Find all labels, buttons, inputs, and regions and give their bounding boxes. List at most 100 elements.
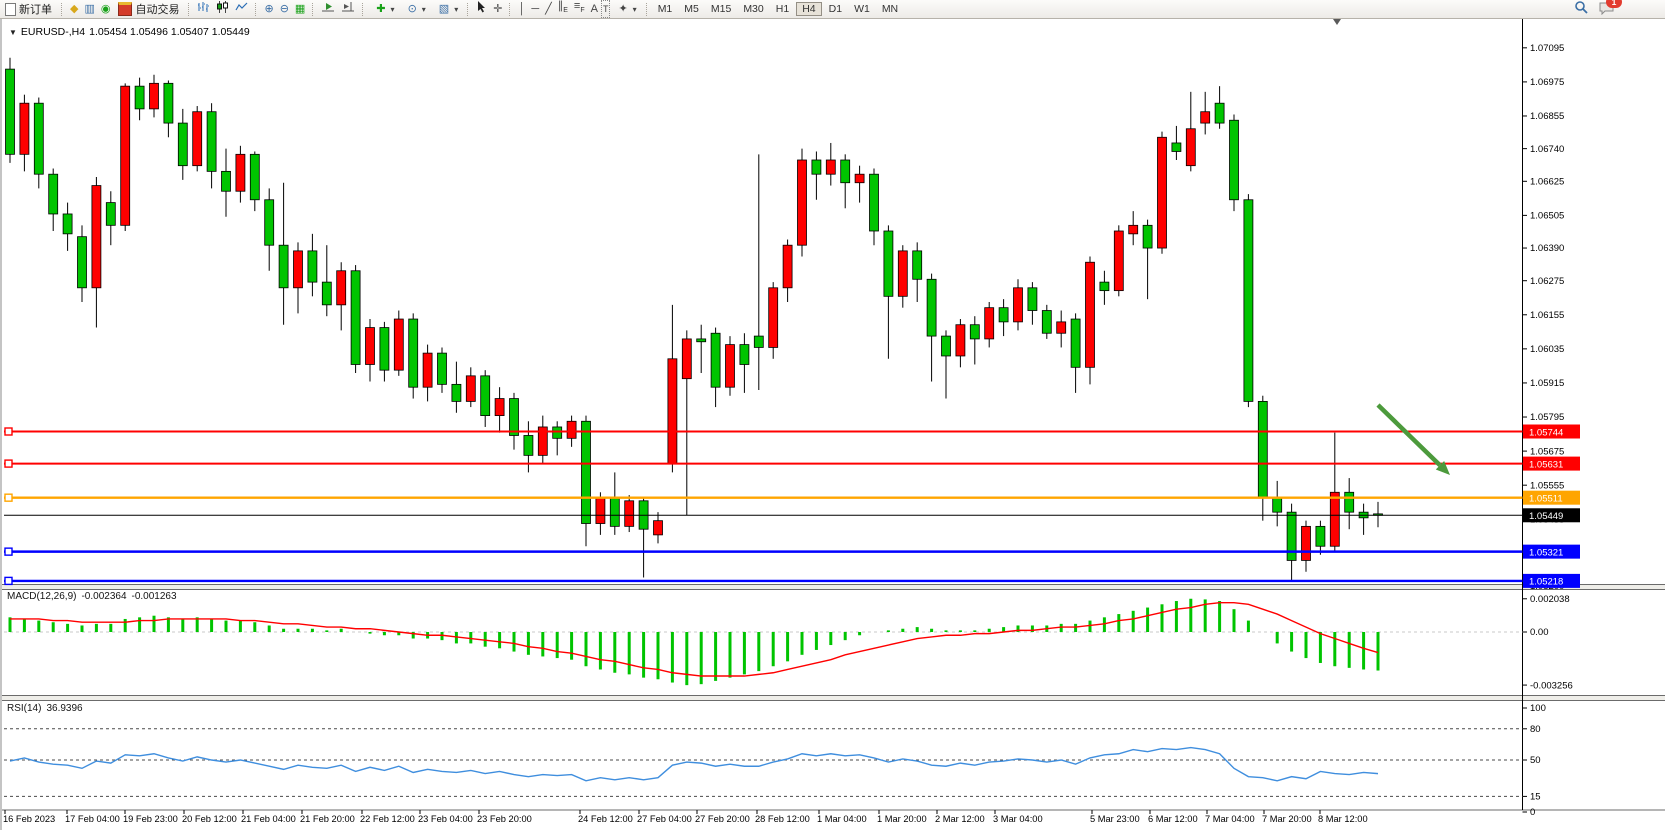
y-tick-label: 1.05795 bbox=[1530, 412, 1564, 423]
channel-tool-icon[interactable]: ∥E bbox=[555, 0, 571, 20]
candle-body bbox=[481, 376, 490, 416]
hline-handle[interactable] bbox=[5, 494, 12, 501]
candle-body bbox=[322, 282, 331, 305]
x-tick-label: 21 Feb 20:00 bbox=[300, 814, 355, 824]
candle-body bbox=[798, 160, 807, 245]
panel-splitter[interactable] bbox=[2, 696, 1665, 700]
timeframe-m5[interactable]: M5 bbox=[679, 3, 704, 15]
x-tick-label: 16 Feb 2023 bbox=[3, 814, 55, 824]
timeframe-h1[interactable]: H1 bbox=[771, 3, 794, 15]
toolbar-separator bbox=[188, 3, 190, 16]
price-badge-label: 1.05218 bbox=[1529, 577, 1563, 588]
panel-splitter[interactable] bbox=[2, 585, 1665, 589]
y-tick-label: 1.05675 bbox=[1530, 446, 1564, 457]
timeframe-m1[interactable]: M1 bbox=[653, 3, 678, 15]
rsi-tick-label: 100 bbox=[1530, 703, 1546, 714]
rsi-tick-label: 15 bbox=[1530, 792, 1541, 803]
text-label-tool-icon[interactable]: T bbox=[601, 0, 611, 18]
chart-ohlc-header: ▼EURUSD-,H41.05454 1.05496 1.05407 1.054… bbox=[9, 26, 254, 38]
toolbar-separator bbox=[255, 3, 257, 16]
candle-body bbox=[1100, 282, 1109, 291]
y-tick-label: 1.05555 bbox=[1530, 480, 1564, 491]
horizontal-line-tool-icon[interactable]: ─ bbox=[528, 1, 542, 17]
timeframe-w1[interactable]: W1 bbox=[849, 3, 875, 15]
candle-body bbox=[985, 308, 994, 339]
search-icon[interactable] bbox=[1571, 0, 1591, 19]
chart-shift-icon[interactable] bbox=[338, 1, 358, 18]
macd-tick-label: -0.003256 bbox=[1530, 680, 1573, 691]
auto-trading-button[interactable]: 自动交易 bbox=[113, 1, 184, 17]
candle-body bbox=[682, 339, 691, 379]
toolbar-separator bbox=[646, 3, 648, 16]
macd-axis[interactable]: 0.0020380.00-0.003256 bbox=[1523, 594, 1573, 691]
toolbar: 新订单 ◆ ▥ ◉ 自动交易 ⊕ ⊖ ▦ ✚ ▾ ⊙ ▾ ▧ ▾ ✛ │ bbox=[0, 0, 1665, 19]
symbol-label: EURUSD-,H4 bbox=[21, 26, 85, 38]
y-tick-label: 1.05915 bbox=[1530, 378, 1564, 389]
chart-canvas[interactable]: 1.070951.069751.068551.067401.066251.065… bbox=[0, 0, 1665, 836]
candle-body bbox=[567, 421, 576, 438]
candle-body bbox=[1215, 103, 1224, 123]
candle-body bbox=[740, 345, 749, 365]
x-tick-label: 20 Feb 12:00 bbox=[182, 814, 237, 824]
candle-body bbox=[812, 160, 821, 174]
new-order-button[interactable]: 新订单 bbox=[0, 1, 57, 17]
hline-handle[interactable] bbox=[5, 548, 12, 555]
y-tick-label: 1.06740 bbox=[1530, 144, 1564, 155]
candle-body bbox=[1028, 288, 1037, 311]
zoom-in-icon[interactable]: ⊕ bbox=[261, 1, 276, 17]
candle-body bbox=[1230, 120, 1239, 200]
candle-body bbox=[1143, 225, 1152, 248]
x-tick-label: 19 Feb 23:00 bbox=[123, 814, 178, 824]
market-watch-icon[interactable]: ◆ bbox=[67, 1, 81, 17]
vertical-line-tool-icon[interactable]: │ bbox=[515, 1, 528, 17]
price-badge-label: 1.05631 bbox=[1529, 459, 1563, 470]
hlines-layer: 1.057441.056311.055111.054491.053211.052… bbox=[4, 425, 1580, 588]
shift-marker[interactable] bbox=[1333, 19, 1341, 25]
timeframe-m15[interactable]: M15 bbox=[706, 3, 736, 15]
candle-body bbox=[135, 86, 144, 109]
candle-body bbox=[1316, 526, 1325, 546]
zoom-out-icon[interactable]: ⊖ bbox=[277, 1, 292, 17]
signals-icon[interactable]: ◉ bbox=[98, 1, 114, 17]
candle-body bbox=[178, 123, 187, 166]
notifications-button[interactable]: 1 bbox=[1599, 1, 1615, 18]
candle-body bbox=[942, 336, 951, 356]
toolbar-separator bbox=[362, 3, 364, 16]
candle-body bbox=[711, 333, 720, 387]
timeframe-mn[interactable]: MN bbox=[877, 3, 903, 15]
collapse-icon[interactable]: ▼ bbox=[9, 28, 17, 37]
macd-tick-label: 0.002038 bbox=[1530, 594, 1570, 605]
auto-scroll-icon[interactable] bbox=[318, 1, 338, 18]
tile-windows-icon[interactable]: ▦ bbox=[292, 1, 308, 17]
indicators-button[interactable]: ✚ ▾ bbox=[368, 1, 399, 17]
trendline-tool-icon[interactable]: ╱ bbox=[542, 1, 555, 17]
rsi-axis[interactable]: 1008050150 bbox=[1523, 703, 1546, 818]
text-tool-icon[interactable]: A bbox=[588, 1, 601, 17]
cursor-icon[interactable] bbox=[473, 0, 490, 18]
new-order-icon bbox=[5, 3, 16, 16]
x-tick-label: 1 Mar 20:00 bbox=[877, 814, 927, 824]
new-order-label: 新订单 bbox=[19, 1, 52, 17]
candle-body bbox=[250, 154, 259, 199]
data-window-icon[interactable]: ▥ bbox=[81, 1, 97, 17]
arrows-tool-button[interactable]: ✦ ▾ bbox=[610, 1, 641, 17]
hline-handle[interactable] bbox=[5, 577, 12, 584]
timeframe-d1[interactable]: D1 bbox=[824, 3, 847, 15]
timeframe-m30[interactable]: M30 bbox=[738, 3, 768, 15]
timeframe-h4[interactable]: H4 bbox=[796, 2, 821, 16]
crosshair-icon[interactable]: ✛ bbox=[490, 1, 505, 17]
candle-body bbox=[337, 271, 346, 305]
candlestick-icon[interactable] bbox=[213, 1, 232, 18]
indicators-icon: ✚ bbox=[373, 1, 388, 17]
candle-body bbox=[121, 86, 130, 225]
bar-chart-icon[interactable] bbox=[194, 1, 213, 18]
hline-handle[interactable] bbox=[5, 428, 12, 435]
time-axis[interactable]: 16 Feb 202317 Feb 04:0019 Feb 23:0020 Fe… bbox=[3, 810, 1368, 824]
line-chart-icon[interactable] bbox=[232, 1, 251, 18]
arrows-tool-icon: ✦ bbox=[615, 1, 630, 17]
hline-handle[interactable] bbox=[5, 460, 12, 467]
candle-body bbox=[1086, 262, 1095, 367]
templates-button[interactable]: ▧ ▾ bbox=[431, 1, 463, 17]
periods-button[interactable]: ⊙ ▾ bbox=[400, 1, 431, 17]
fibonacci-tool-icon[interactable]: ≡F bbox=[571, 0, 588, 20]
